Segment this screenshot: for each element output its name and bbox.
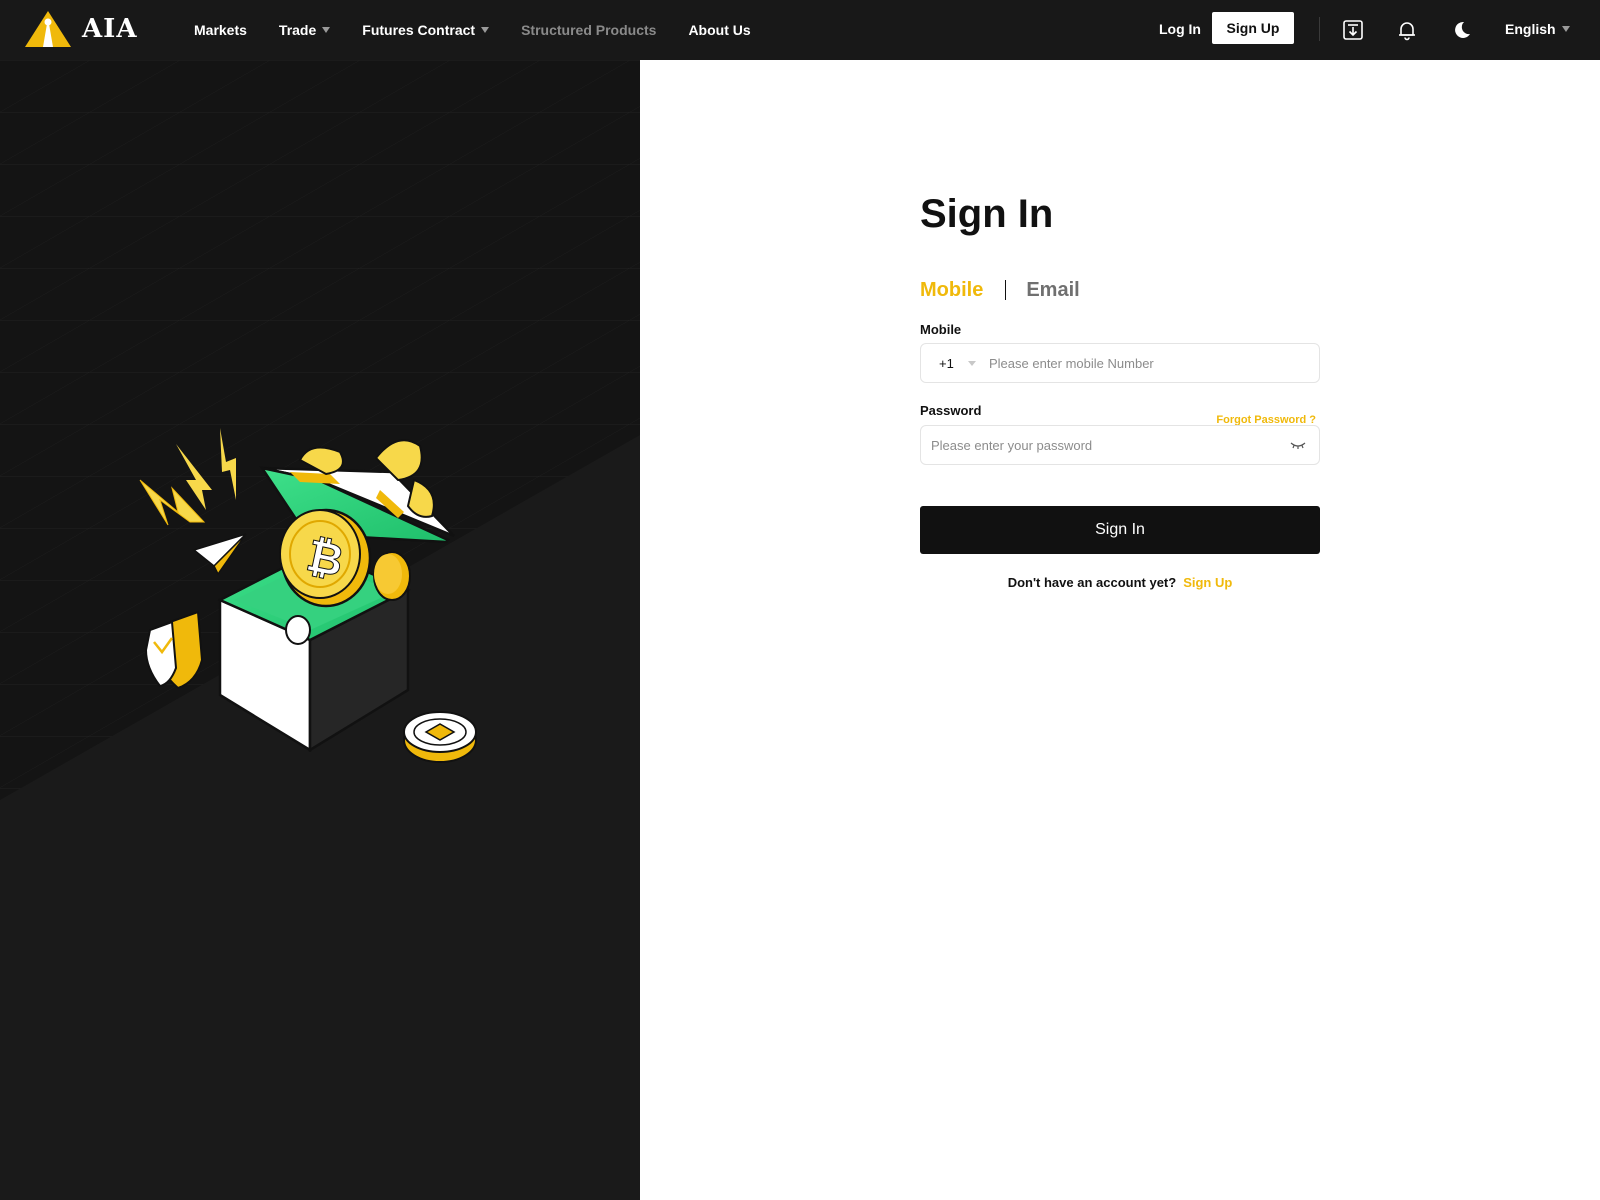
mobile-label: Mobile xyxy=(920,322,962,337)
moon-icon[interactable] xyxy=(1450,19,1472,41)
nav-trade[interactable]: Trade xyxy=(278,22,331,38)
coin-icon xyxy=(285,615,311,645)
header-divider xyxy=(1319,17,1320,41)
tab-divider xyxy=(1005,280,1007,300)
brand-name: AIA xyxy=(82,14,138,44)
coin-icon xyxy=(373,551,411,601)
no-account-text: Don't have an account yet? xyxy=(1007,575,1177,590)
nav-markets[interactable]: Markets xyxy=(194,22,247,38)
ethereum-coin-icon xyxy=(403,711,477,763)
chevron-down-icon xyxy=(967,360,976,366)
signin-title: Sign In xyxy=(920,192,1054,236)
nav-trade-label: Trade xyxy=(278,22,317,38)
mobile-number-input[interactable] xyxy=(989,344,1319,382)
hero-illustration: ₿ xyxy=(0,60,640,1200)
signin-method-tabs: Mobile Email xyxy=(920,276,1080,304)
logo-triangle-icon xyxy=(25,11,71,47)
bell-icon[interactable] xyxy=(1396,19,1418,41)
signin-submit-button[interactable]: Sign In xyxy=(920,506,1320,554)
signup-link[interactable]: Sign Up xyxy=(1183,575,1232,590)
nav-structured-label: Structured Products xyxy=(521,22,657,38)
signin-form: Sign In Mobile Email Mobile +1 Password … xyxy=(920,190,1320,590)
login-link[interactable]: Log In xyxy=(1159,21,1207,37)
chevron-down-icon xyxy=(481,27,490,33)
tab-mobile[interactable]: Mobile xyxy=(920,279,983,302)
main-nav: Markets Trade Futures Contract Structure… xyxy=(194,0,751,60)
nav-about-label: About Us xyxy=(688,22,751,38)
chevron-down-icon xyxy=(322,27,331,33)
eye-closed-icon[interactable] xyxy=(1289,439,1307,451)
country-code-value: +1 xyxy=(939,355,954,371)
nav-futures-label: Futures Contract xyxy=(362,22,476,38)
brand-logo[interactable]: AIA xyxy=(24,10,138,48)
nav-futures-contract[interactable]: Futures Contract xyxy=(362,22,490,38)
signup-prompt: Don't have an account yet? Sign Up xyxy=(920,575,1320,590)
language-label: English xyxy=(1505,21,1556,37)
chevron-down-icon xyxy=(1561,26,1570,32)
nav-about-us[interactable]: About Us xyxy=(688,22,750,38)
bitcoin-coin-icon: ₿ xyxy=(279,508,372,608)
signin-panel: Sign In Mobile Email Mobile +1 Password … xyxy=(640,60,1600,1200)
country-code-select[interactable]: +1 xyxy=(921,356,989,371)
nav-markets-label: Markets xyxy=(194,22,247,38)
nav-structured-products[interactable]: Structured Products xyxy=(521,22,656,38)
top-navigation-bar: AIA Markets Trade Futures Contract Struc… xyxy=(0,0,1600,60)
tab-email[interactable]: Email xyxy=(1026,279,1079,302)
password-field-group xyxy=(920,425,1320,465)
download-icon[interactable] xyxy=(1342,19,1364,41)
password-input[interactable] xyxy=(921,426,1289,464)
hero-illustration-panel: ₿ xyxy=(0,60,640,1200)
signup-button[interactable]: Sign Up xyxy=(1212,12,1294,44)
language-selector[interactable]: English xyxy=(1505,21,1570,37)
mobile-field-group: +1 xyxy=(920,343,1320,383)
password-label: Password xyxy=(920,403,982,418)
